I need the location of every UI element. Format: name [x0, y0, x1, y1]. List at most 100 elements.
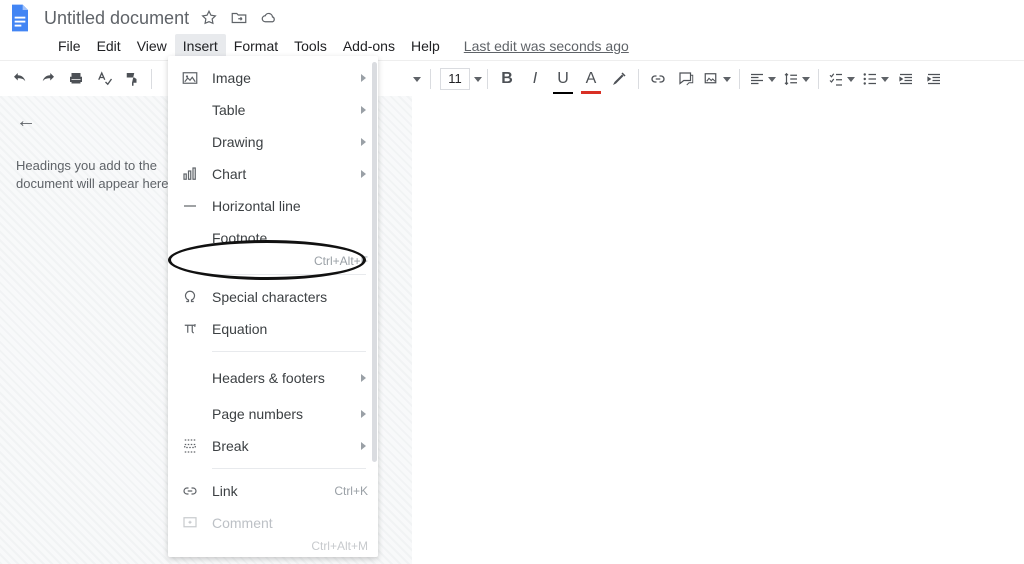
docs-logo[interactable] — [0, 0, 40, 38]
menu-item-image[interactable]: Image — [168, 62, 378, 94]
menu-insert[interactable]: Insert — [175, 34, 226, 58]
paint-format-button[interactable] — [120, 67, 144, 91]
menu-format[interactable]: Format — [226, 34, 286, 58]
menu-item-label: Link — [212, 483, 238, 499]
menu-view[interactable]: View — [129, 34, 175, 58]
comment-icon — [180, 513, 200, 533]
menu-help[interactable]: Help — [403, 34, 448, 58]
title-bar: Untitled document — [0, 0, 1024, 32]
text-color-button[interactable]: A — [579, 67, 603, 91]
menu-item-horizontal-line[interactable]: Horizontal line — [168, 190, 378, 222]
menu-item-drawing[interactable]: Drawing — [168, 126, 378, 158]
chevron-down-icon — [802, 77, 810, 82]
insert-comment-button[interactable] — [674, 67, 698, 91]
menu-separator — [212, 351, 366, 352]
menu-item-footnote[interactable]: Footnote — [168, 222, 378, 254]
omega-icon — [180, 287, 200, 307]
font-size-control[interactable]: 11 — [436, 68, 482, 90]
checklist-button[interactable] — [826, 67, 856, 91]
menu-item-label: Horizontal line — [212, 198, 301, 214]
menu-item-break[interactable]: Break — [168, 430, 378, 462]
bold-button[interactable]: B — [495, 67, 519, 91]
italic-button[interactable]: I — [523, 67, 547, 91]
workspace: ← Headings you add to the document will … — [0, 96, 1024, 564]
submenu-arrow-icon — [361, 170, 366, 178]
toolbar-separator — [739, 69, 740, 89]
menu-item-chart[interactable]: Chart — [168, 158, 378, 190]
menu-bar: File Edit View Insert Format Tools Add-o… — [0, 32, 1024, 60]
toolbar-separator — [818, 69, 819, 89]
align-button[interactable] — [747, 67, 777, 91]
toolbar-separator — [638, 69, 639, 89]
shortcut-label: Ctrl+Alt+F — [314, 254, 368, 268]
back-arrow-icon[interactable]: ← — [16, 110, 186, 133]
line-spacing-button[interactable] — [781, 67, 811, 91]
cloud-status-icon[interactable] — [259, 8, 279, 28]
menu-item-label: Break — [212, 438, 249, 454]
footnote-icon — [180, 228, 200, 248]
submenu-arrow-icon — [361, 138, 366, 146]
menu-tools[interactable]: Tools — [286, 34, 335, 58]
document-title[interactable]: Untitled document — [44, 8, 189, 29]
menu-item-table[interactable]: Table — [168, 94, 378, 126]
star-icon[interactable] — [199, 8, 219, 28]
svg-text:2: 2 — [194, 323, 197, 328]
menu-item-equation[interactable]: 2 Equation — [168, 313, 378, 345]
shortcut-label: Ctrl+K — [334, 484, 368, 498]
underline-button[interactable]: U — [551, 67, 575, 91]
undo-button[interactable] — [8, 67, 32, 91]
move-folder-icon[interactable] — [229, 8, 249, 28]
toolbar-separator — [487, 69, 488, 89]
horizontal-line-icon — [180, 196, 200, 216]
menu-item-special-characters[interactable]: Special characters — [168, 281, 378, 313]
redo-button[interactable] — [36, 67, 60, 91]
menu-addons[interactable]: Add-ons — [335, 34, 403, 58]
menu-item-label: Headers & footers — [212, 370, 325, 387]
shortcut-label: Ctrl+Alt+M — [311, 539, 368, 553]
menu-item-label: Special characters — [212, 289, 327, 305]
submenu-arrow-icon — [361, 374, 366, 382]
print-button[interactable] — [64, 67, 88, 91]
toolbar-separator — [430, 69, 431, 89]
increase-indent-button[interactable] — [922, 67, 946, 91]
chevron-down-icon — [474, 77, 482, 82]
decrease-indent-button[interactable] — [894, 67, 918, 91]
menu-separator — [212, 468, 366, 469]
last-edit-link[interactable]: Last edit was seconds ago — [464, 38, 629, 54]
menu-item-label: Page numbers — [212, 406, 303, 422]
menu-item-link[interactable]: Link Ctrl+K — [168, 475, 378, 507]
menu-file[interactable]: File — [50, 34, 89, 58]
menu-item-headers-footers[interactable]: Headers & footers — [168, 358, 378, 398]
headers-footers-icon — [180, 368, 200, 388]
insert-image-button[interactable] — [702, 67, 732, 91]
chevron-down-icon — [881, 77, 889, 82]
break-icon — [180, 436, 200, 456]
submenu-arrow-icon — [361, 74, 366, 82]
drawing-icon — [180, 132, 200, 152]
bulleted-list-button[interactable] — [860, 67, 890, 91]
chevron-down-icon — [413, 77, 421, 82]
menu-item-label: Footnote — [212, 230, 267, 246]
menu-item-comment: Comment — [168, 507, 378, 539]
page-numbers-icon — [180, 404, 200, 424]
insert-dropdown: Image Table Drawing Chart Horizontal lin… — [168, 56, 378, 557]
submenu-arrow-icon — [361, 106, 366, 114]
dropdown-scrollbar[interactable] — [372, 62, 378, 557]
highlight-button[interactable] — [607, 67, 631, 91]
link-icon — [180, 481, 200, 501]
chevron-down-icon — [847, 77, 855, 82]
outline-hint: Headings you add to the document will ap… — [16, 157, 186, 193]
spellcheck-button[interactable] — [92, 67, 116, 91]
chevron-down-icon — [768, 77, 776, 82]
menu-edit[interactable]: Edit — [89, 34, 129, 58]
menu-item-page-numbers[interactable]: Page numbers — [168, 398, 378, 430]
table-icon — [180, 100, 200, 120]
menu-item-label: Chart — [212, 166, 246, 182]
chart-icon — [180, 164, 200, 184]
insert-link-button[interactable] — [646, 67, 670, 91]
toolbar-separator — [151, 69, 152, 89]
document-canvas[interactable] — [412, 96, 1024, 564]
font-size-value[interactable]: 11 — [440, 68, 470, 90]
menu-item-label: Comment — [212, 515, 273, 531]
submenu-arrow-icon — [361, 410, 366, 418]
